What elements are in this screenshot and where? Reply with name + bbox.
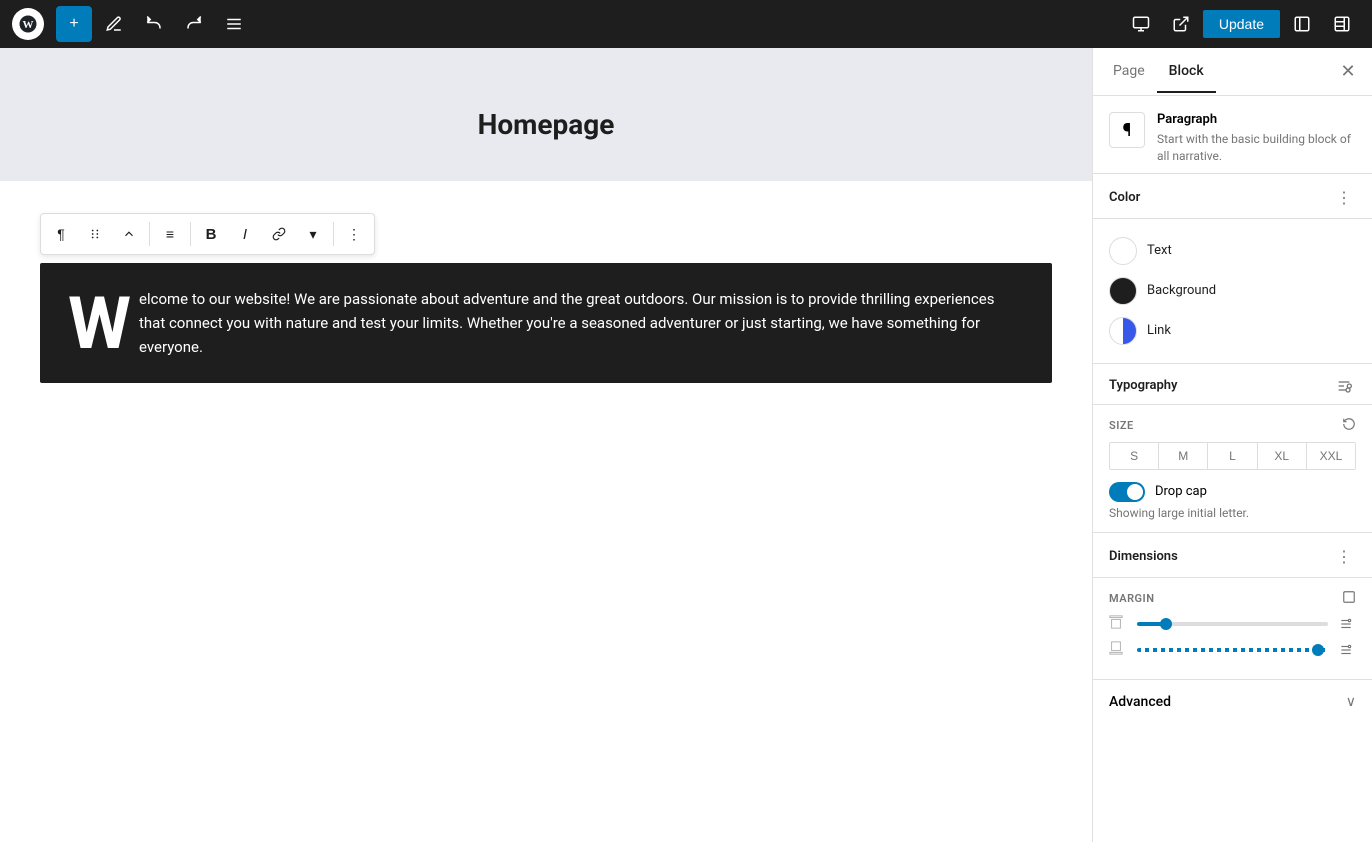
block-type-icon: ¶ <box>1109 112 1145 148</box>
margin-top-adjust[interactable] <box>1336 617 1356 631</box>
background-color-label: Background <box>1147 283 1216 298</box>
size-m-button[interactable]: M <box>1159 443 1208 469</box>
paragraph-content: W elcome to our website! We are passiona… <box>68 287 1024 359</box>
typography-section-menu[interactable] <box>1332 376 1356 396</box>
update-button[interactable]: Update <box>1203 10 1280 38</box>
paragraph-type-button[interactable]: ¶ <box>45 218 77 250</box>
list-view-button[interactable] <box>216 6 252 42</box>
size-label: SIZE <box>1109 417 1356 434</box>
dimensions-section-header: Dimensions ⋮ <box>1093 533 1372 578</box>
toolbar-divider-1 <box>149 222 150 246</box>
text-color-label: Text <box>1147 243 1172 258</box>
dots-icon: ⋮ <box>347 226 361 243</box>
margin-bottom-thumb[interactable] <box>1312 644 1324 656</box>
drop-cap-letter: W <box>68 295 131 353</box>
text-color-swatch[interactable] <box>1109 237 1137 265</box>
drag-handle-button[interactable] <box>79 218 111 250</box>
block-name: Paragraph <box>1157 112 1356 127</box>
redo-button[interactable] <box>176 6 212 42</box>
block-info: ¶ Paragraph Start with the basic buildin… <box>1093 96 1372 174</box>
drop-cap-toggle-row: Drop cap <box>1109 482 1356 502</box>
advanced-label: Advanced <box>1109 694 1171 710</box>
margin-bottom-track[interactable] <box>1137 648 1328 652</box>
sidebar: Page Block ✕ ¶ Paragraph Start with the … <box>1092 48 1372 842</box>
paragraph-icon: ¶ <box>57 226 65 242</box>
drop-cap-label: Drop cap <box>1155 484 1207 499</box>
background-color-swatch[interactable] <box>1109 277 1137 305</box>
reset-size-button[interactable] <box>1342 417 1356 434</box>
paragraph-block[interactable]: W elcome to our website! We are passiona… <box>40 263 1052 383</box>
size-l-button[interactable]: L <box>1208 443 1257 469</box>
margin-label: MARGIN <box>1109 590 1356 607</box>
chevron-down-icon: ∨ <box>1346 694 1356 710</box>
add-block-button[interactable]: + <box>56 6 92 42</box>
block-panel-button[interactable] <box>1324 6 1360 42</box>
link-color-label: Link <box>1147 323 1171 338</box>
margin-bottom-slider-row <box>1109 641 1356 659</box>
color-options: Text Background Link <box>1093 219 1372 364</box>
page-header: Homepage <box>0 48 1092 181</box>
svg-text:W: W <box>23 19 34 31</box>
italic-button[interactable]: I <box>229 218 261 250</box>
sidebar-close-button[interactable]: ✕ <box>1332 56 1364 88</box>
more-options-button[interactable]: ▾ <box>297 218 329 250</box>
margin-top-track[interactable] <box>1137 622 1328 626</box>
margin-bottom-adjust[interactable] <box>1336 643 1356 657</box>
dimensions-section-menu[interactable]: ⋮ <box>1332 545 1356 569</box>
typography-options: SIZE S M L XL XXL Drop cap Showing l <box>1093 405 1372 533</box>
margin-bottom-icon <box>1109 641 1129 659</box>
margin-top-icon <box>1109 615 1129 633</box>
drop-cap-hint: Showing large initial letter. <box>1109 506 1356 520</box>
color-section-header: Color ⋮ <box>1093 174 1372 219</box>
size-s-button[interactable]: S <box>1110 443 1159 469</box>
color-option-text[interactable]: Text <box>1109 231 1356 271</box>
editor-area: Homepage ¶ <box>0 48 1092 842</box>
block-description: Start with the basic building block of a… <box>1157 131 1356 165</box>
typography-section-header: Typography <box>1093 364 1372 405</box>
color-section-menu[interactable]: ⋮ <box>1332 186 1356 210</box>
move-up-button[interactable] <box>113 218 145 250</box>
toolbar-divider-2 <box>190 222 191 246</box>
sidebar-tabs: Page Block ✕ <box>1093 48 1372 96</box>
undo-button[interactable] <box>136 6 172 42</box>
dimensions-options: MARGIN <box>1093 578 1372 680</box>
toolbar-divider-3 <box>333 222 334 246</box>
margin-top-thumb[interactable] <box>1160 618 1172 630</box>
page-title: Homepage <box>40 108 1052 141</box>
top-toolbar: W + Update <box>0 0 1372 48</box>
toolbar-right: Update <box>1123 6 1360 42</box>
color-option-background[interactable]: Background <box>1109 271 1356 311</box>
tab-page[interactable]: Page <box>1101 51 1157 93</box>
block-info-text: Paragraph Start with the basic building … <box>1157 112 1356 165</box>
external-link-button[interactable] <box>1163 6 1199 42</box>
dimensions-section-title: Dimensions <box>1109 549 1178 564</box>
link-button[interactable] <box>263 218 295 250</box>
tab-block[interactable]: Block <box>1157 51 1216 93</box>
more-icon: ▾ <box>309 226 316 243</box>
align-button[interactable]: ≡ <box>154 218 186 250</box>
size-xxl-button[interactable]: XXL <box>1307 443 1355 469</box>
drop-cap-toggle[interactable] <box>1109 482 1145 502</box>
tools-button[interactable] <box>96 6 132 42</box>
bold-button[interactable]: B <box>195 218 227 250</box>
margin-link-button[interactable] <box>1342 590 1356 607</box>
color-section-title: Color <box>1109 190 1140 205</box>
wordpress-logo[interactable]: W <box>12 8 44 40</box>
margin-top-slider-row <box>1109 615 1356 633</box>
block-toolbar: ¶ ≡ B <box>40 213 375 255</box>
preview-layout-button[interactable] <box>1123 6 1159 42</box>
color-option-link[interactable]: Link <box>1109 311 1356 351</box>
size-buttons: S M L XL XXL <box>1109 442 1356 470</box>
link-color-swatch[interactable] <box>1109 317 1137 345</box>
advanced-section[interactable]: Advanced ∨ <box>1093 680 1372 724</box>
typography-section-title: Typography <box>1109 378 1178 393</box>
editor-content[interactable]: ¶ ≡ B <box>0 181 1092 842</box>
main-layout: Homepage ¶ <box>0 48 1372 842</box>
post-settings-button[interactable] <box>1284 6 1320 42</box>
align-icon: ≡ <box>166 226 174 242</box>
options-dots-button[interactable]: ⋮ <box>338 218 370 250</box>
size-xl-button[interactable]: XL <box>1258 443 1307 469</box>
paragraph-body: elcome to our website! We are passionate… <box>139 290 994 356</box>
